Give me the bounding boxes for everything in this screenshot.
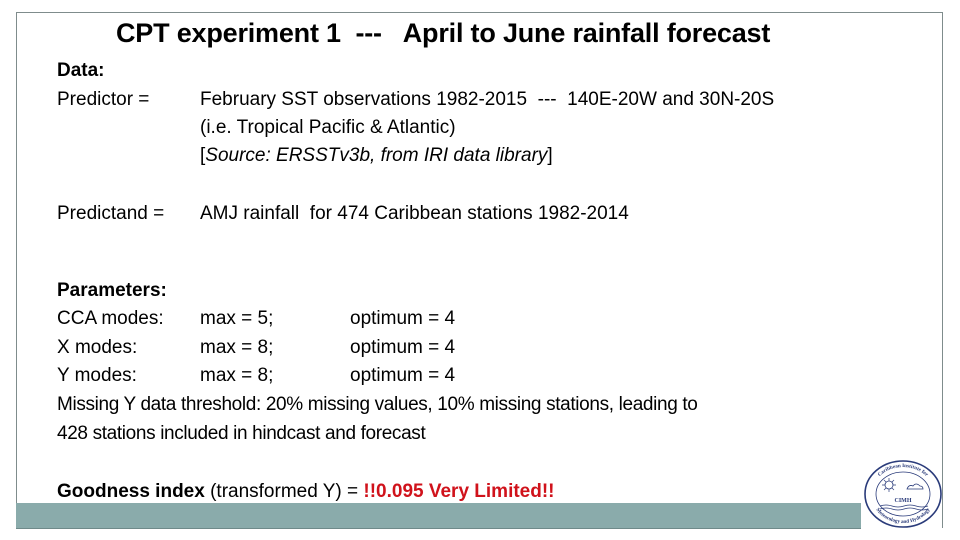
param-max: max = 8; <box>200 337 274 358</box>
predictand-label: Predictand = <box>57 203 165 224</box>
param-label: CCA modes: <box>57 308 164 329</box>
slide-title: CPT experiment 1 --- April to June rainf… <box>116 18 771 48</box>
param-label: Y modes: <box>57 365 137 386</box>
predictor-source: [Source: ERSSTv3b, from IRI data library… <box>200 145 553 167</box>
param-optimum: optimum = 4 <box>350 308 456 329</box>
parameters-heading: Parameters: <box>57 280 167 301</box>
param-optimum: optimum = 4 <box>350 337 456 358</box>
logo-acronym: CIMH <box>895 498 912 504</box>
cimh-logo: CIMH Caribbean Institute for Meteorology… <box>864 460 942 528</box>
data-heading: Data: <box>57 60 105 81</box>
param-label: X modes: <box>57 337 138 358</box>
param-max: max = 8; <box>200 365 274 386</box>
goodness-label: Goodness index <box>57 481 205 502</box>
missing-threshold-line-2: 428 stations included in hindcast and fo… <box>57 423 426 444</box>
missing-threshold-line-1: Missing Y data threshold: 20% missing va… <box>57 394 698 415</box>
source-text: Source: ERSSTv3b, from IRI data library <box>205 145 548 166</box>
predictor-line-1: February SST observations 1982-2015 --- … <box>200 89 775 110</box>
predictor-label: Predictor = <box>57 89 150 110</box>
goodness-index: Goodness index (transformed Y) = !!0.095… <box>57 481 555 503</box>
param-max: max = 5; <box>200 308 274 329</box>
footer-accent-bar <box>16 503 861 529</box>
predictor-line-2: (i.e. Tropical Pacific & Atlantic) <box>200 117 456 138</box>
predictand-value: AMJ rainfall for 474 Caribbean stations … <box>200 203 629 224</box>
param-optimum: optimum = 4 <box>350 365 456 386</box>
goodness-label-rest: (transformed Y) = <box>204 481 364 502</box>
source-bracket-close: ] <box>547 145 553 166</box>
goodness-value: !!0.095 Very Limited!! <box>363 481 555 502</box>
